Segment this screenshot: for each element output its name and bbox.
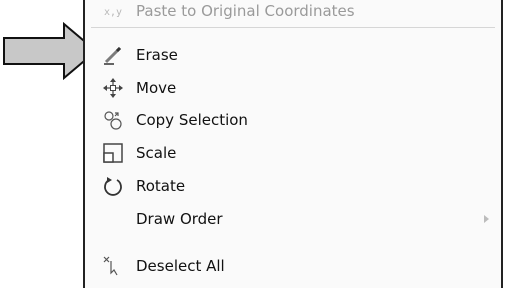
- menu-item-label: Draw Order: [136, 210, 223, 228]
- menu-item-label: Rotate: [136, 177, 186, 195]
- submenu-arrow-icon: [484, 215, 489, 223]
- scale-icon: [102, 142, 124, 164]
- menu-item-label: Copy Selection: [136, 111, 248, 129]
- move-icon: [102, 77, 124, 99]
- menu-item-label: Scale: [136, 144, 177, 162]
- rotate-icon: [102, 175, 124, 197]
- eraser-icon: [102, 44, 124, 66]
- menu-item-draw-order[interactable]: Draw Order: [85, 205, 501, 233]
- menu-item-label: Move: [136, 79, 177, 97]
- menu-item-rotate[interactable]: Rotate: [85, 172, 501, 200]
- context-menu: x,y Paste to Original Coordinates Erase: [83, 0, 503, 288]
- copy-selection-icon: [102, 109, 124, 131]
- menu-item-erase[interactable]: Erase: [85, 41, 501, 69]
- paste-coordinates-icon: x,y: [102, 0, 124, 22]
- menu-item-label: Deselect All: [136, 257, 225, 275]
- menu-item-label: Erase: [136, 46, 178, 64]
- menu-item-move[interactable]: Move: [85, 74, 501, 102]
- menu-item-paste-to-original-coordinates[interactable]: x,y Paste to Original Coordinates: [85, 0, 501, 25]
- deselect-all-icon: [102, 255, 124, 277]
- menu-item-deselect-all[interactable]: Deselect All: [85, 252, 501, 280]
- svg-text:x,y: x,y: [104, 7, 122, 18]
- menu-item-label: Paste to Original Coordinates: [136, 2, 355, 20]
- menu-item-copy-selection[interactable]: Copy Selection: [85, 106, 501, 134]
- menu-item-scale[interactable]: Scale: [85, 139, 501, 167]
- menu-separator: [91, 27, 495, 28]
